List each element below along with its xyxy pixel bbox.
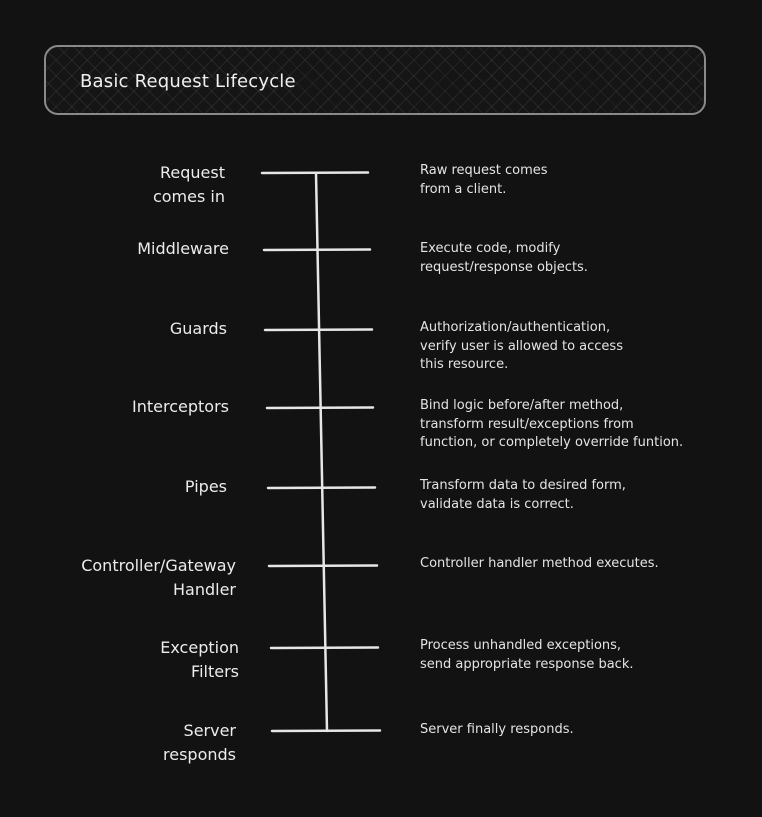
stage-label: Interceptors: [132, 397, 229, 416]
stage-label: Controller/Gateway Handler: [81, 556, 236, 599]
stage-description: Bind logic before/after method, transfor…: [420, 398, 684, 450]
stage-label: Request comes in: [152, 163, 225, 206]
stage-description: Controller handler method executes.: [420, 556, 659, 571]
stage-description: Authorization/authentication, verify use…: [420, 320, 623, 372]
stage-label: Server responds: [163, 721, 236, 764]
stage-label: Exception Filters: [160, 638, 239, 681]
stage-description: Server finally responds.: [420, 722, 574, 737]
stage-description: Transform data to desired form, validate…: [420, 478, 626, 512]
stage-description: Raw request comes from a client.: [420, 163, 548, 197]
stage-tick: [263, 328, 374, 332]
stage-tick: [269, 646, 380, 650]
stage-tick: [267, 564, 379, 568]
stage-label: Guards: [169, 319, 227, 338]
stage-tick: [265, 406, 375, 410]
stage-tick: [260, 171, 370, 175]
stage-label: Middleware: [137, 239, 229, 258]
stage-label: Pipes: [184, 477, 227, 496]
stage-tick: [262, 248, 372, 252]
stage-tick: [266, 486, 377, 490]
stage-tick: [270, 729, 382, 733]
stage-description: Execute code, modify request/response ob…: [420, 241, 588, 275]
stage-description: Process unhandled exceptions, send appro…: [420, 638, 634, 672]
